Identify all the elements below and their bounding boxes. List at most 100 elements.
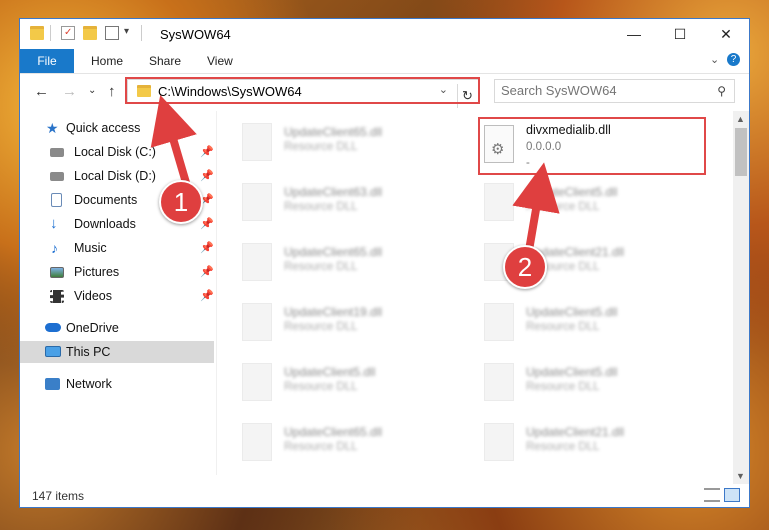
- pin-icon[interactable]: 📌: [200, 261, 214, 283]
- file-item[interactable]: UpdateClient5.dll Resource DLL: [480, 357, 700, 409]
- search-input[interactable]: [501, 83, 701, 98]
- dll-file-icon: [242, 303, 272, 341]
- vertical-scrollbar[interactable]: ▲ ▼: [733, 111, 749, 484]
- scroll-up-icon[interactable]: ▲: [736, 114, 745, 124]
- file-name: UpdateClient5.dll: [526, 185, 618, 199]
- sidebar-item-this-pc[interactable]: This PC: [20, 341, 214, 363]
- sidebar-item-label: OneDrive: [66, 321, 119, 335]
- drive-icon: [50, 172, 64, 181]
- file-item[interactable]: UpdateClient21.dll Resource DLL: [480, 417, 700, 469]
- divider: [141, 25, 142, 41]
- tab-share[interactable]: Share: [149, 49, 181, 73]
- new-folder-icon[interactable]: [83, 26, 97, 40]
- details-view-icon[interactable]: [704, 488, 720, 502]
- pin-icon[interactable]: 📌: [200, 213, 214, 235]
- file-item[interactable]: UpdateClient5.dll Resource DLL: [238, 357, 458, 409]
- file-type: Resource DLL: [284, 261, 358, 273]
- file-type: Resource DLL: [526, 321, 600, 333]
- refresh-icon: ↻: [462, 88, 473, 103]
- folder-icon: [30, 26, 44, 40]
- step-1-badge: 1: [159, 180, 203, 224]
- star-icon: ★: [46, 120, 59, 136]
- large-icons-view-icon[interactable]: [724, 488, 740, 502]
- tab-view[interactable]: View: [207, 49, 233, 73]
- dll-file-icon: [242, 243, 272, 281]
- dll-file-icon: [484, 303, 514, 341]
- file-item[interactable]: UpdateClient19.dll Resource DLL: [238, 297, 458, 349]
- search-box[interactable]: ⚲: [494, 79, 735, 103]
- sidebar-item-label: Network: [66, 377, 112, 391]
- window-title: SysWOW64: [160, 27, 231, 42]
- onedrive-icon: [45, 323, 61, 332]
- forward-button[interactable]: →: [62, 83, 77, 100]
- properties-icon[interactable]: ✓: [61, 26, 75, 40]
- sidebar-item-music[interactable]: ♪ Music 📌: [20, 237, 214, 259]
- pin-icon[interactable]: 📌: [200, 285, 214, 307]
- dll-file-icon: [484, 363, 514, 401]
- address-path[interactable]: C:\Windows\SysWOW64: [158, 84, 302, 99]
- qat-dropdown-icon[interactable]: ▾: [124, 26, 129, 37]
- item-count: 147 items: [32, 489, 85, 503]
- customize-icon[interactable]: [105, 26, 119, 40]
- sidebar-item-local-disk-c[interactable]: Local Disk (C:) 📌: [20, 141, 214, 163]
- search-icon[interactable]: ⚲: [717, 84, 726, 98]
- file-description: -: [526, 157, 530, 169]
- navigation-pane: ★ Quick access Local Disk (C:) 📌 Local D…: [20, 111, 217, 475]
- file-name: UpdateClient65.dll: [284, 245, 383, 259]
- address-dropdown-icon[interactable]: ⌄: [439, 83, 448, 96]
- help-icon[interactable]: ?: [727, 53, 740, 66]
- this-pc-icon: [45, 346, 61, 357]
- sidebar-item-label: Pictures: [74, 265, 120, 279]
- refresh-button[interactable]: ↻: [457, 84, 480, 108]
- file-type: Resource DLL: [526, 441, 600, 453]
- dll-file-icon: [484, 183, 514, 221]
- back-button[interactable]: ←: [34, 83, 49, 100]
- file-item[interactable]: UpdateClient65.dll Resource DLL: [238, 117, 458, 169]
- music-icon: ♪: [51, 240, 58, 256]
- file-name: UpdateClient5.dll: [526, 365, 618, 379]
- file-name: UpdateClient19.dll: [284, 305, 383, 319]
- tab-file[interactable]: File: [20, 49, 74, 73]
- tab-home[interactable]: Home: [91, 49, 123, 73]
- file-name: UpdateClient63.dll: [284, 185, 383, 199]
- file-type: Resource DLL: [284, 141, 358, 153]
- file-item[interactable]: UpdateClient63.dll Resource DLL: [238, 177, 458, 229]
- pin-icon[interactable]: 📌: [200, 237, 214, 259]
- address-bar[interactable]: C:\Windows\SysWOW64 ⌄ ↻: [127, 79, 479, 108]
- file-name: divxmedialib.dll: [526, 123, 611, 137]
- dll-file-icon: [242, 183, 272, 221]
- network-icon: [45, 378, 60, 390]
- gear-icon: ⚙: [491, 141, 505, 158]
- sidebar-item-videos[interactable]: Videos 📌: [20, 285, 214, 307]
- pin-icon[interactable]: 📌: [200, 141, 214, 163]
- file-name: UpdateClient65.dll: [284, 425, 383, 439]
- expand-ribbon-icon[interactable]: ⌄: [710, 53, 719, 66]
- recent-locations-icon[interactable]: ⌄: [88, 85, 96, 96]
- file-type: Resource DLL: [284, 201, 358, 213]
- sidebar-item-pictures[interactable]: Pictures 📌: [20, 261, 214, 283]
- file-item-divxmedialib[interactable]: ⚙ divxmedialib.dll 0.0.0.0 -: [480, 119, 700, 171]
- scroll-down-icon[interactable]: ▼: [736, 471, 745, 481]
- file-name: UpdateClient5.dll: [526, 305, 618, 319]
- minimize-button[interactable]: —: [611, 19, 657, 49]
- sidebar-item-network[interactable]: Network: [20, 373, 214, 395]
- sidebar-item-quick-access[interactable]: ★ Quick access: [20, 117, 214, 139]
- sidebar-item-label: Videos: [74, 289, 112, 303]
- file-item[interactable]: UpdateClient65.dll Resource DLL: [238, 417, 458, 469]
- file-item[interactable]: UpdateClient5.dll Resource DLL: [480, 177, 700, 229]
- maximize-button[interactable]: ☐: [657, 19, 703, 49]
- sidebar-item-label: This PC: [66, 345, 111, 359]
- pin-icon[interactable]: 📌: [200, 165, 214, 187]
- step-2-badge: 2: [503, 245, 547, 289]
- file-type: Resource DLL: [526, 201, 600, 213]
- scroll-thumb[interactable]: [735, 128, 747, 176]
- sidebar-item-onedrive[interactable]: OneDrive: [20, 317, 214, 339]
- file-item[interactable]: UpdateClient65.dll Resource DLL: [238, 237, 458, 289]
- videos-icon: [50, 290, 64, 303]
- dll-file-icon: ⚙: [484, 125, 514, 163]
- explorer-window: ✓ ▾ SysWOW64 — ☐ ✕ File Home Share View …: [19, 18, 750, 508]
- close-button[interactable]: ✕: [703, 19, 749, 49]
- file-name: UpdateClient5.dll: [284, 365, 376, 379]
- up-button[interactable]: ↑: [108, 83, 116, 100]
- file-item[interactable]: UpdateClient5.dll Resource DLL: [480, 297, 700, 349]
